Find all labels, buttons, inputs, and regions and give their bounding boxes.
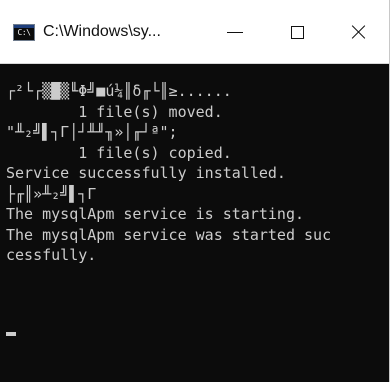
command-prompt-window: C:\ C:\Windows\sy... ┌²└┌▒█▒╙Φ╝■ú¼║δ╓└║≥… xyxy=(0,0,390,382)
command-prompt-icon: C:\ xyxy=(13,23,35,41)
console-line: The mysqlApm service is starting. xyxy=(6,205,305,223)
window-title: C:\Windows\sy... xyxy=(43,23,161,40)
console-line: cessfully. xyxy=(6,246,97,264)
console-line: 1 file(s) moved. xyxy=(6,102,223,121)
console-line: Service successfully installed. xyxy=(6,164,286,182)
window-controls xyxy=(204,0,390,64)
title-bar[interactable]: C:\ C:\Windows\sy... xyxy=(0,0,390,64)
console-line: "╨₂╝▌┐Γ│┘╨╜╖»│╓┘ª"; xyxy=(6,123,178,141)
console-line: 1 file(s) copied. xyxy=(6,143,232,162)
text-cursor xyxy=(6,332,16,336)
minimize-icon xyxy=(227,32,243,33)
close-icon xyxy=(350,23,368,41)
window-title-group: C:\ C:\Windows\sy... xyxy=(13,20,161,44)
console-line: ├╓║»╨₂╝▌┐Γ xyxy=(6,184,97,203)
console-line: ┌²└┌▒█▒╙Φ╝■ú¼║δ╓└║≥...... xyxy=(6,82,232,100)
close-button[interactable] xyxy=(328,0,390,64)
minimize-button[interactable] xyxy=(204,0,266,64)
console-line: The mysqlApm service was started suc xyxy=(6,225,332,244)
console-output[interactable]: ┌²└┌▒█▒╙Φ╝■ú¼║δ╓└║≥...... 1 file(s) move… xyxy=(0,64,390,382)
maximize-icon xyxy=(290,25,304,39)
maximize-button[interactable] xyxy=(266,0,328,64)
